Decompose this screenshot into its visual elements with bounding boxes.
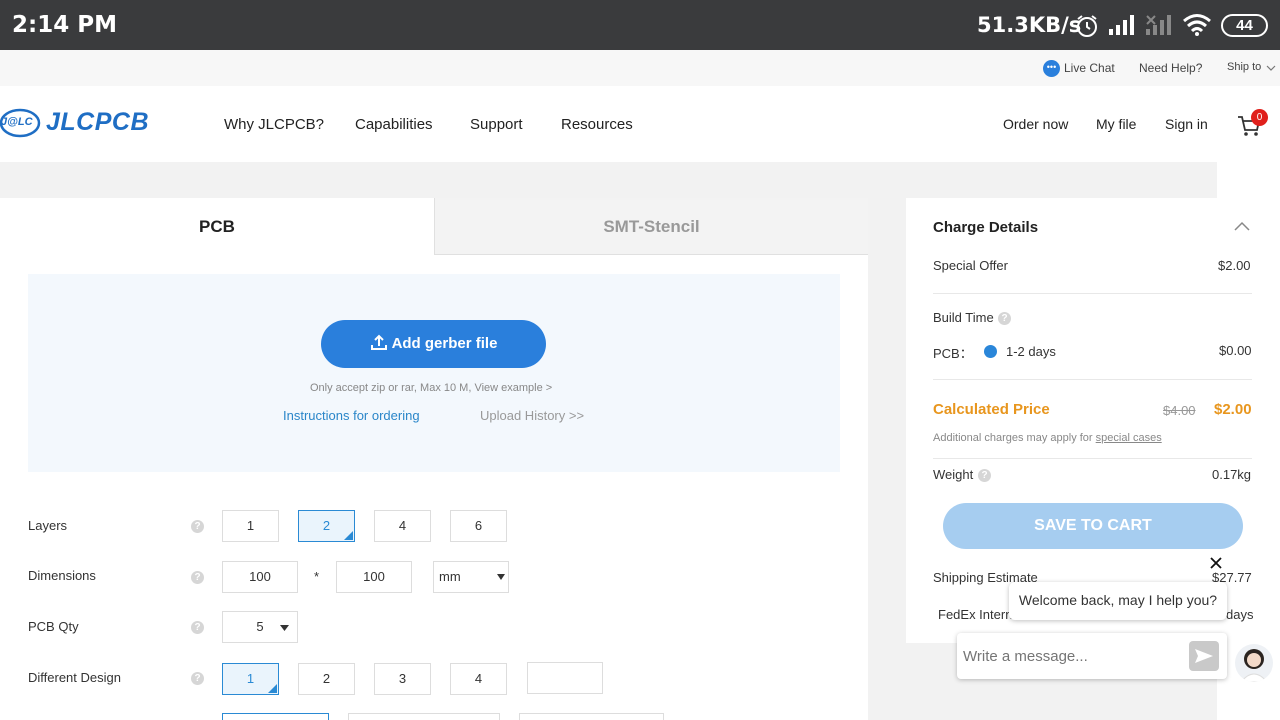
dimension-unit-select[interactable]: mm [433, 561, 509, 593]
send-button[interactable] [1189, 641, 1219, 671]
layers-option-2[interactable]: 2 [298, 510, 355, 542]
cart-count-badge: 0 [1251, 109, 1268, 126]
support-agent-avatar[interactable] [1235, 644, 1273, 682]
nav-resources[interactable]: Resources [561, 116, 633, 133]
layers-option-1[interactable]: 1 [222, 510, 279, 542]
radio-selected-icon[interactable] [984, 345, 997, 358]
help-icon[interactable]: ? [998, 312, 1011, 325]
design-option-2[interactable]: 2 [298, 663, 355, 695]
alarm-icon [1077, 15, 1097, 37]
layers-option-6[interactable]: 6 [450, 510, 507, 542]
status-bar: 2:14 PM 51.3KB/s 44 [0, 0, 1280, 50]
nav-capabilities[interactable]: Capabilities [355, 116, 433, 133]
design-option-4[interactable]: 4 [450, 663, 507, 695]
design-custom-input[interactable] [527, 662, 603, 694]
nav-support[interactable]: Support [470, 116, 523, 133]
weight-label: Weight [933, 467, 974, 482]
fedex-label: FedEx Intern [938, 607, 1013, 622]
close-icon[interactable] [1209, 556, 1223, 570]
logo-badge[interactable]: J@LC [0, 108, 42, 138]
nav-why-jlcpcb[interactable]: Why JLCPCB? [224, 116, 324, 133]
logo-text[interactable]: JLCPCB [46, 108, 149, 137]
chat-bubble-icon: ••• [1043, 60, 1060, 77]
divider [933, 379, 1252, 380]
pcb-qty-select[interactable]: 5 [222, 611, 298, 643]
chat-welcome-bubble: Welcome back, may I help you? [1009, 582, 1227, 620]
help-icon[interactable]: ? [191, 520, 204, 533]
charge-details-title: Charge Details [933, 219, 1039, 236]
calculated-price-label: Calculated Price [933, 401, 1050, 418]
signal-no-service-icon [1146, 15, 1171, 35]
logo-badge-text: J@LC [1, 116, 33, 128]
battery-indicator: 44 [1221, 14, 1268, 37]
pcb-qty-value: 5 [256, 619, 264, 634]
ship-to-selector[interactable]: Ship to [1227, 61, 1261, 73]
layers-option-4[interactable]: 4 [374, 510, 431, 542]
tab-pcb[interactable]: PCB [0, 198, 434, 255]
network-speed: 51.3KB/s [977, 13, 1082, 37]
weight-value: 0.17kg [1212, 467, 1252, 482]
instructions-link[interactable]: Instructions for ordering [283, 408, 420, 423]
pcb-qty-label: PCB Qty [28, 619, 79, 634]
special-offer-label: Special Offer [933, 258, 1008, 273]
wifi-icon [1183, 14, 1211, 36]
special-cases-link[interactable]: special cases [1096, 432, 1162, 444]
design-option-3[interactable]: 3 [374, 663, 431, 695]
status-time: 2:14 PM [12, 12, 117, 38]
upload-area [28, 274, 840, 472]
live-chat-link[interactable]: Live Chat [1064, 61, 1115, 75]
divider [933, 458, 1252, 459]
my-file-link[interactable]: My file [1096, 116, 1136, 132]
original-price: $4.00 [1163, 403, 1196, 418]
pcb-build-days: 1-2 days [1006, 344, 1056, 359]
unit-value: mm [439, 569, 461, 584]
layers-label: Layers [28, 518, 68, 533]
order-now-link[interactable]: Order now [1003, 116, 1068, 132]
upload-history-link[interactable]: Upload History >> [480, 408, 584, 423]
help-icon[interactable]: ? [191, 672, 204, 685]
send-icon [1195, 649, 1213, 663]
chevron-up-icon[interactable] [1234, 221, 1250, 231]
utility-bar: ••• Live Chat Need Help? Ship to [0, 50, 1280, 86]
tab-smt-stencil[interactable]: SMT-Stencil [434, 198, 868, 255]
need-help-link[interactable]: Need Help? [1139, 61, 1202, 75]
sign-in-link[interactable]: Sign in [1165, 116, 1208, 132]
build-time-label: Build Time [933, 310, 994, 325]
dimension-height-input[interactable]: 100 [336, 561, 412, 593]
caret-down-icon [497, 574, 505, 580]
caret-down-icon [280, 625, 289, 631]
fedex-days: days [1226, 607, 1254, 622]
chat-message-input[interactable] [963, 641, 1179, 671]
additional-charges-note: Additional charges may apply for special… [933, 432, 1162, 444]
pcb-build-label: PCB： [933, 346, 973, 361]
help-icon[interactable]: ? [191, 621, 204, 634]
chevron-down-icon [1266, 65, 1276, 71]
upload-icon [370, 334, 387, 350]
next-row-option[interactable] [222, 713, 329, 720]
save-to-cart-button[interactable]: SAVE TO CART [943, 503, 1243, 549]
next-row-option[interactable] [519, 713, 664, 720]
divider [933, 293, 1252, 294]
additional-charges-text: Additional charges may apply for [933, 432, 1096, 444]
different-design-label: Different Design [28, 670, 121, 685]
agent-avatar-icon [1240, 649, 1268, 682]
upload-note: Only accept zip or rar, Max 10 M, View e… [310, 382, 553, 394]
add-gerber-button[interactable]: Add gerber file [321, 320, 546, 368]
dimensions-label: Dimensions [28, 568, 96, 583]
add-gerber-label: Add gerber file [391, 335, 498, 352]
special-offer-value: $2.00 [1218, 258, 1251, 273]
next-row-option[interactable] [348, 713, 500, 720]
discounted-price: $2.00 [1214, 401, 1252, 418]
signal-strength-icon [1109, 15, 1134, 35]
help-icon[interactable]: ? [191, 571, 204, 584]
pcb-build-price: $0.00 [1219, 343, 1252, 358]
chat-input-box [957, 633, 1227, 679]
dimension-separator: * [314, 569, 320, 584]
dimension-width-input[interactable]: 100 [222, 561, 298, 593]
help-icon[interactable]: ? [978, 469, 991, 482]
design-option-1[interactable]: 1 [222, 663, 279, 695]
